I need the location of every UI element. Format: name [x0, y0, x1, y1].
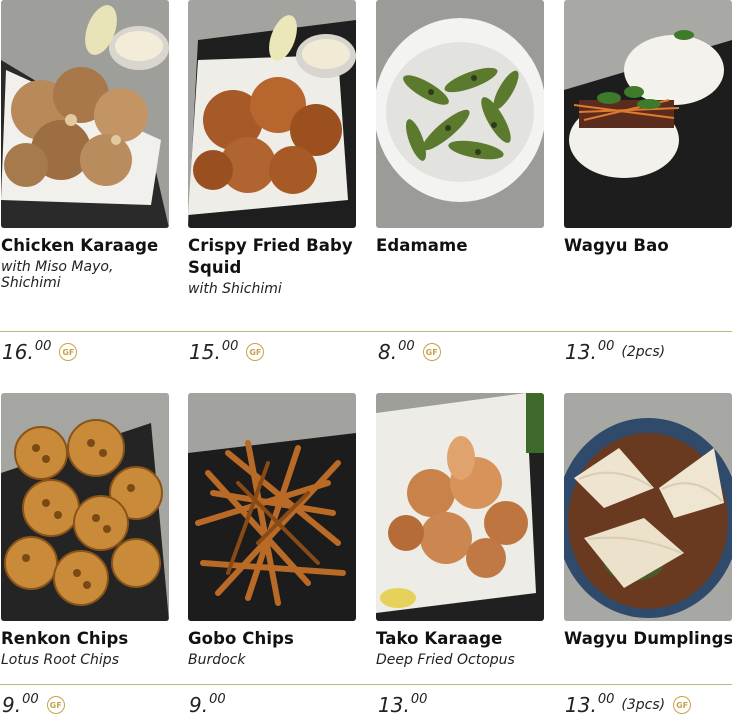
gluten-free-badge-icon: GF: [59, 343, 78, 361]
price-edamame: 8. 00 GF: [378, 338, 441, 364]
price-cents: 00: [410, 691, 428, 707]
item-description: Burdock: [188, 652, 246, 668]
price-cents: 00: [597, 691, 615, 707]
item-name: Gobo Chips: [188, 629, 294, 648]
item-name: Renkon Chips: [1, 629, 129, 648]
gluten-free-badge-icon: GF: [422, 343, 441, 361]
price-main: 13.: [565, 340, 597, 364]
portion-note: (2pcs): [621, 344, 666, 360]
item-description: with Miso Mayo, Shichimi: [1, 259, 114, 291]
food-photo-tako-karaage: [376, 393, 544, 621]
price-main: 13.: [378, 693, 410, 717]
price-chicken-karaage: 16. 00 GF: [2, 338, 78, 364]
item-description: Lotus Root Chips: [1, 652, 119, 668]
item-name: Edamame: [376, 236, 468, 255]
item-name: Tako Karaage: [376, 629, 503, 648]
price-cents: 00: [597, 338, 615, 354]
price-main: 8.: [378, 340, 398, 364]
food-photo-baby-squid: [188, 0, 356, 228]
item-name: Chicken Karaage: [1, 236, 159, 255]
price-cents: 00: [221, 338, 239, 354]
menu-item-gobo-chips[interactable]: Gobo Chips Burdock: [188, 393, 356, 668]
item-description: Deep Fried Octopus: [376, 652, 515, 668]
price-wagyu-bao: 13. 00 (2pcs): [565, 338, 666, 365]
item-name: Wagyu Dumplings: [564, 629, 732, 648]
price-main: 9.: [189, 693, 209, 717]
price-main: 16.: [2, 340, 34, 364]
price-wagyu-dumplings: 13. 00 (3pcs) GF: [565, 691, 692, 717]
menu-item-edamame[interactable]: Edamame: [376, 0, 544, 259]
price-main: 13.: [565, 693, 597, 717]
price-main: 15.: [189, 340, 221, 364]
gluten-free-badge-icon: GF: [246, 343, 265, 361]
price-baby-squid: 15. 00 GF: [189, 338, 265, 364]
price-cents: 00: [34, 338, 52, 354]
item-name: Wagyu Bao: [564, 236, 669, 255]
item-description: with Shichimi: [188, 281, 282, 297]
menu-item-renkon-chips[interactable]: Renkon Chips Lotus Root Chips: [1, 393, 169, 668]
price-cents: 00: [398, 338, 415, 354]
menu-item-wagyu-bao[interactable]: Wagyu Bao: [564, 0, 732, 259]
price-gobo-chips: 9. 00: [189, 691, 226, 718]
menu-row-2: Renkon Chips Lotus Root Chips Gobo Chips: [0, 393, 732, 723]
food-photo-gobo-chips: [188, 393, 356, 621]
food-photo-wagyu-bao: [564, 0, 732, 228]
price-main: 9.: [2, 693, 22, 717]
food-photo-renkon-chips: [1, 393, 169, 621]
price-cents: 00: [22, 691, 39, 707]
price-cents: 00: [209, 691, 226, 707]
food-photo-wagyu-dumplings: [564, 393, 732, 621]
menu-item-wagyu-dumplings[interactable]: Wagyu Dumplings: [564, 393, 732, 652]
menu-row-1: Chicken Karaage with Miso Mayo, Shichimi…: [0, 0, 732, 330]
menu-item-baby-squid[interactable]: Crispy Fried Baby Squid with Shichimi: [188, 0, 356, 297]
food-photo-chicken-karaage: [1, 0, 169, 228]
divider-line: [0, 684, 732, 685]
menu-item-tako-karaage[interactable]: Tako Karaage Deep Fried Octopus: [376, 393, 544, 668]
gluten-free-badge-icon: GF: [673, 696, 692, 714]
portion-note: (3pcs): [621, 697, 666, 713]
food-photo-edamame: [376, 0, 544, 228]
menu-item-chicken-karaage[interactable]: Chicken Karaage with Miso Mayo, Shichimi: [1, 0, 169, 291]
item-name: Crispy Fried Baby Squid: [188, 236, 353, 277]
gluten-free-badge-icon: GF: [46, 696, 65, 714]
divider-line: [0, 331, 732, 332]
price-renkon-chips: 9. 00 GF: [2, 691, 65, 717]
price-tako-karaage: 13. 00: [378, 691, 428, 718]
